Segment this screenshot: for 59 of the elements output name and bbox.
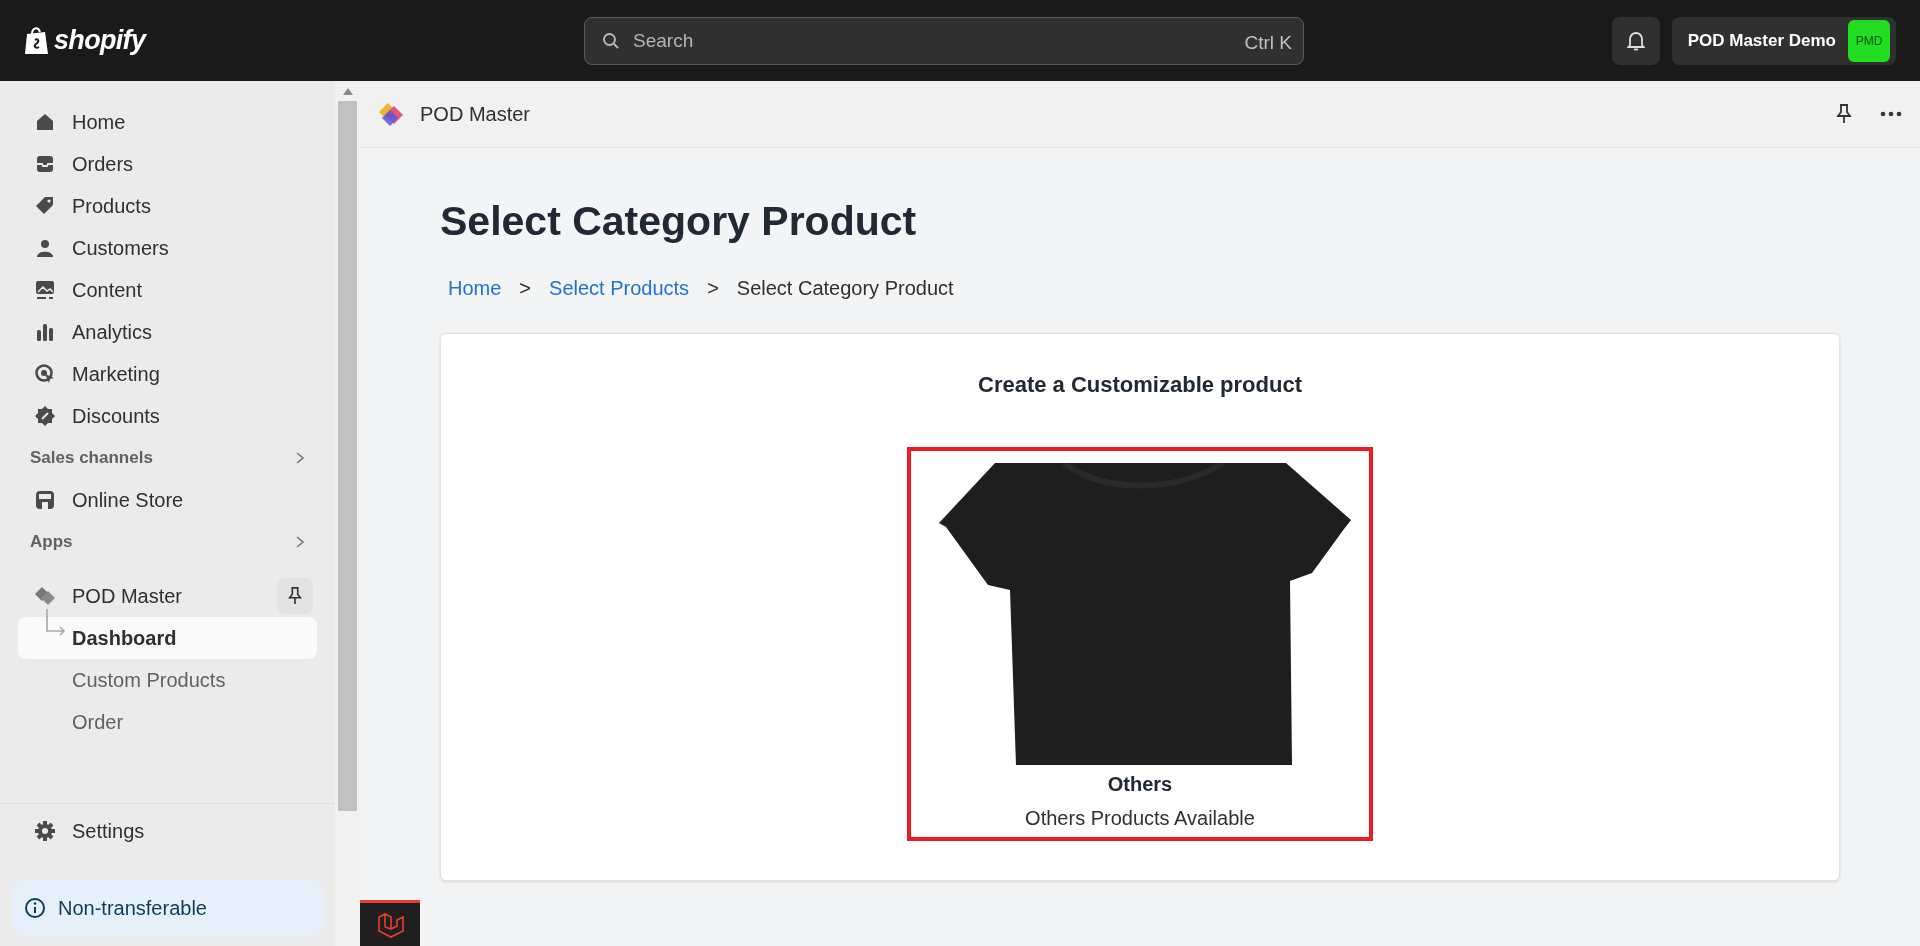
shopping-bag-logo-icon [24, 25, 50, 56]
chevron-right-icon [295, 451, 305, 465]
sidebar-item[interactable]: Online Store [18, 479, 317, 521]
pin-icon [286, 586, 304, 606]
scroll-up-arrow-icon[interactable] [342, 87, 353, 95]
sidebar-item[interactable]: Discounts [18, 395, 317, 437]
sidebar-item[interactable]: Content [18, 269, 317, 311]
info-icon [24, 897, 46, 919]
card-heading: Create a Customizable product [978, 371, 1302, 400]
category-description: Others Products Available [1025, 806, 1255, 832]
breadcrumb-link[interactable]: Home [448, 273, 502, 304]
house-icon [34, 111, 56, 133]
storefront-icon [34, 489, 56, 511]
page-title: Select Category Product [440, 197, 918, 246]
inbox-icon [34, 153, 56, 175]
framework-logo-tab[interactable] [360, 900, 420, 946]
app-title: POD Master [420, 102, 531, 127]
image-monitor-icon [34, 279, 56, 301]
notifications-button[interactable] [1611, 16, 1660, 65]
discount-badge-icon [34, 405, 56, 427]
store-avatar: PMD [1848, 19, 1890, 62]
pin-button[interactable] [277, 578, 313, 614]
sidebar-subitem[interactable]: Dashboard [18, 617, 317, 659]
breadcrumb-link[interactable]: Select Products [549, 273, 690, 304]
app-logo-icon [378, 100, 406, 128]
sidebar-item[interactable]: Home [18, 101, 317, 143]
sidebar-item[interactable]: Customers [18, 227, 317, 269]
chevron-right-icon [295, 535, 305, 549]
bell-icon [1624, 29, 1647, 52]
breadcrumb-text: > [519, 276, 532, 302]
bar-chart-icon [34, 321, 56, 343]
pin-icon[interactable] [1834, 103, 1854, 125]
sidebar-item[interactable]: Analytics [18, 311, 317, 353]
category-name: Others [1107, 772, 1173, 798]
notice-banner[interactable]: Non-transferable [12, 880, 323, 936]
section-heading: Apps [30, 531, 73, 554]
sidebar-item[interactable]: Marketing [18, 353, 317, 395]
sidebar-item[interactable]: Orders [18, 143, 317, 185]
breadcrumb-text: > [707, 276, 719, 302]
shortcut-hint: Ctrl K [1244, 30, 1292, 55]
sidebar-item[interactable]: Settings [18, 810, 317, 852]
search-icon [602, 31, 620, 50]
more-options-icon[interactable] [1880, 111, 1902, 117]
cube-logo-icon [376, 910, 404, 939]
sidebar-subitem[interactable]: Order [18, 701, 317, 743]
logo-wordmark[interactable]: shopify [54, 20, 146, 61]
section-heading: Sales channels [30, 447, 153, 470]
scrollbar[interactable] [335, 81, 360, 946]
app-logo-icon [34, 585, 56, 607]
sidebar-item[interactable]: Products [18, 185, 317, 227]
sidebar-item[interactable]: POD Master [72, 581, 261, 611]
gear-icon [34, 820, 56, 842]
sidebar-subitem[interactable]: Custom Products [18, 659, 317, 701]
breadcrumb-text: Select Category Product [736, 276, 954, 302]
person-icon [34, 237, 56, 259]
category-card[interactable]: Others Others Products Available [907, 447, 1373, 842]
store-menu-button[interactable]: POD Master Demo PMD [1671, 16, 1896, 65]
tag-icon [34, 195, 56, 217]
target-pointer-icon [34, 363, 56, 385]
